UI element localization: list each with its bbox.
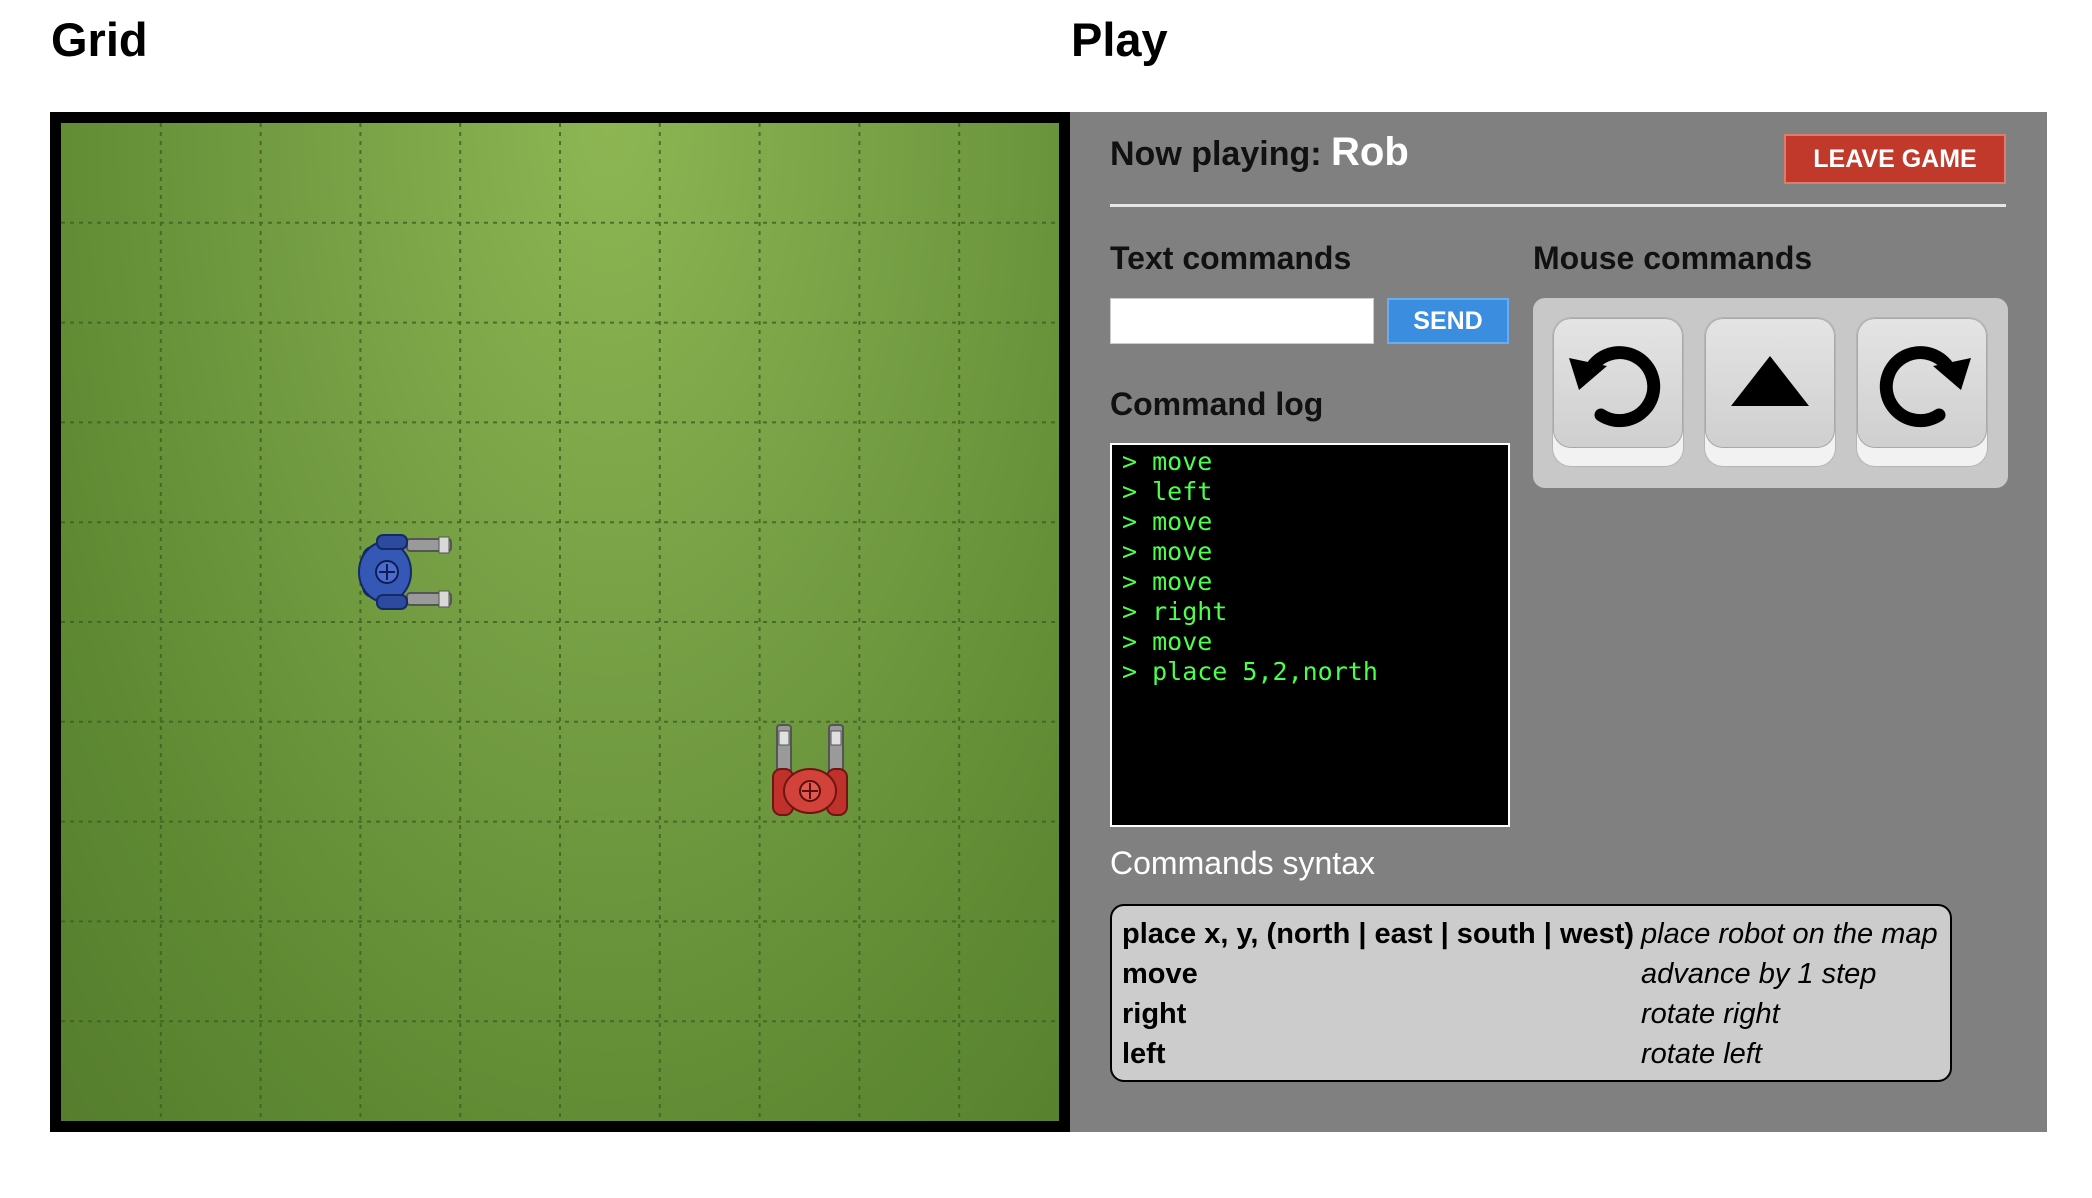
mouse-commands-pad <box>1533 298 2008 488</box>
commands-syntax-title: Commands syntax <box>1110 845 1375 881</box>
log-line: > move <box>1122 567 1213 596</box>
command-log-title: Command log <box>1110 386 1324 422</box>
syntax-row: place x, y, (north | east | south | west… <box>1122 914 1940 954</box>
play-panel: Now playing: Rob LEAVE GAME Text command… <box>1070 112 2047 1132</box>
commands-syntax-table: place x, y, (north | east | south | west… <box>1110 904 1952 1082</box>
syntax-command: left <box>1122 1038 1166 1070</box>
move-forward-icon <box>1731 356 1809 406</box>
move-forward-button[interactable] <box>1705 318 1835 466</box>
log-line: > right <box>1122 597 1228 626</box>
syntax-description: rotate left <box>1641 1038 1762 1070</box>
syntax-description: advance by 1 step <box>1641 958 1877 990</box>
grid-lines <box>61 123 1059 1121</box>
rotate-left-icon <box>1569 346 1661 428</box>
send-button[interactable]: SEND <box>1387 298 1509 344</box>
log-line: > left <box>1122 477 1213 506</box>
log-line: > move <box>1122 507 1213 536</box>
blue-robot <box>355 517 465 627</box>
log-line: > move <box>1122 447 1213 476</box>
now-playing-label: Now playing: <box>1110 135 1322 173</box>
mouse-commands-title: Mouse commands <box>1533 240 1813 276</box>
leave-game-button[interactable]: LEAVE GAME <box>1784 134 2006 184</box>
command-input[interactable] <box>1110 298 1374 344</box>
text-commands-title: Text commands <box>1110 240 1352 276</box>
grid-heading: Grid <box>51 13 148 66</box>
syntax-row: right rotate right <box>1122 994 1940 1034</box>
syntax-command: move <box>1122 958 1198 990</box>
rotate-right-button[interactable] <box>1857 318 1987 466</box>
rotate-left-button[interactable] <box>1553 318 1683 466</box>
log-line: > place 5,2,north <box>1122 657 1378 686</box>
log-line: > move <box>1122 627 1213 656</box>
game-grid[interactable] <box>50 112 1070 1132</box>
play-heading: Play <box>1071 13 1168 66</box>
log-line: > move <box>1122 537 1213 566</box>
syntax-description: place robot on the map <box>1641 918 1938 950</box>
syntax-row: left rotate left <box>1122 1034 1940 1074</box>
syntax-command: right <box>1122 998 1187 1030</box>
divider <box>1110 204 2006 207</box>
command-log[interactable]: > move > left > move > move > move > rig… <box>1110 443 1510 827</box>
syntax-description: rotate right <box>1641 998 1780 1030</box>
syntax-row: move advance by 1 step <box>1122 954 1940 994</box>
syntax-command: place x, y, (north | east | south | west… <box>1122 918 1635 950</box>
red-robot <box>755 717 865 827</box>
rotate-right-icon <box>1879 346 1971 428</box>
player-name: Rob <box>1331 130 1409 174</box>
now-playing: Now playing: Rob <box>1110 130 1409 175</box>
